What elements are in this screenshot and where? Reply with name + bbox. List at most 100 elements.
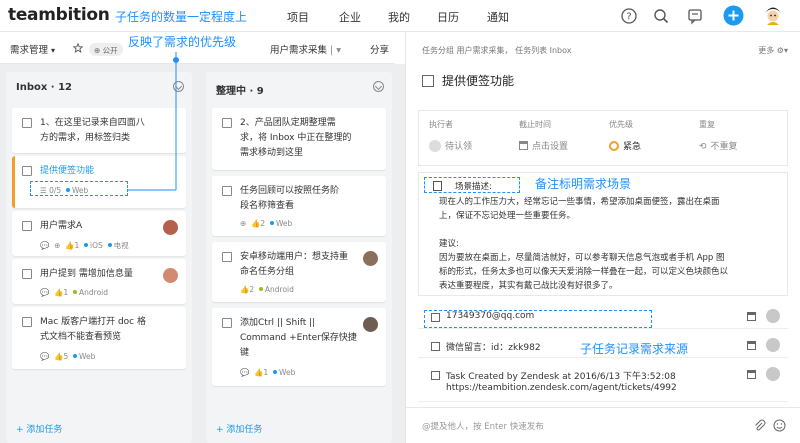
prop-repeat[interactable]: 重复 ⟲ 不重复 <box>699 119 738 152</box>
nav-mine[interactable]: 我的 <box>388 9 410 25</box>
add-task-button[interactable]: + 添加任务 <box>216 422 262 435</box>
task-card[interactable]: 1、在这里记录来自四面八 方的需求，用标签归类 <box>12 108 186 153</box>
share-button[interactable]: 分享 <box>370 42 389 56</box>
task-properties: 执行者 待认领 截止时间 点击设置 优先级 紧急 重复 ⟲ 不重复 <box>418 110 788 166</box>
subtask-item[interactable]: Task Created by Zendesk at 2016/6/13 下午3… <box>418 362 788 402</box>
visibility-badge[interactable]: ⊕ 公开 <box>89 43 123 56</box>
chat-icon[interactable] <box>686 7 704 25</box>
annotation-highlight-box <box>424 177 520 193</box>
subtask-text: 微信留言：id：zkk982 <box>446 343 541 353</box>
task-card[interactable]: 添加Ctrl || Shift || Command +Enter保存快捷键 💬 … <box>212 308 386 386</box>
comment-box: @提及他人，按 Enter 快速发布 <box>406 407 800 443</box>
task-title: 2、产品团队定期整理需 求，将 Inbox 中正在整理的 需求移动到这里 <box>240 118 352 158</box>
annotation-highlight-box <box>30 181 128 196</box>
assignee-avatar[interactable] <box>163 268 178 283</box>
nav-calendar[interactable]: 日历 <box>437 9 459 25</box>
kanban-board: Inbox · 12 1、在这里记录来自四面八 方的需求，用标签归类 提供便签功能… <box>0 64 405 443</box>
app-logo[interactable]: teambition <box>8 5 110 25</box>
nav-notifications[interactable]: 通知 <box>487 9 509 25</box>
note-line: 建议: <box>439 239 459 249</box>
task-title: 用户提到 需增加信息量 <box>40 269 133 279</box>
task-meta: 💬 ⊕ 👍1 iOS 电视 <box>40 241 129 250</box>
subtask-checkbox[interactable] <box>431 371 440 380</box>
column-menu-icon[interactable] <box>373 81 384 92</box>
breadcrumb[interactable]: 任务分组 用户需求采集， 任务列表 Inbox <box>422 45 572 56</box>
task-card[interactable]: 用户提到 需增加信息量 💬 👍1 Android <box>12 259 186 304</box>
nav-enterprise[interactable]: 企业 <box>339 9 361 25</box>
prop-value: 紧急 <box>609 139 641 152</box>
assignee-avatar[interactable] <box>363 251 378 266</box>
search-icon[interactable] <box>652 7 670 25</box>
task-title-row: 提供便签功能 <box>422 72 514 89</box>
task-card[interactable]: Mac 版客户端打开 doc 格式文档不能查看预览 💬 👍5 Web <box>12 307 186 369</box>
task-detail-title[interactable]: 提供便签功能 <box>442 74 514 88</box>
task-card[interactable]: 任务回顾可以按照任务阶 段名称筛查看 ⊕ 👍2 Web <box>212 176 386 236</box>
prop-value: 点击设置 <box>519 139 568 152</box>
task-checkbox[interactable] <box>22 269 32 279</box>
subtask-assignee-avatar[interactable] <box>766 338 780 352</box>
comment-input[interactable]: @提及他人，按 Enter 快速发布 <box>422 420 544 432</box>
note-line: 标的形式，任务太多也可以像天天爱消除一样叠在一起，可以定义色块颜色以 <box>439 267 729 277</box>
task-card[interactable]: 安卓移动端用户：想支持重 命名任务分组 👍2 Android <box>212 242 386 302</box>
subtask-checkbox[interactable] <box>431 342 440 351</box>
task-title: 提供便签功能 <box>40 166 95 176</box>
svg-text:?: ? <box>626 12 631 23</box>
task-meta: ⊕ 👍2 Web <box>240 219 293 228</box>
calendar-icon[interactable] <box>747 370 756 379</box>
task-title: 任务回顾可以按照任务阶 段名称筛查看 <box>240 186 340 211</box>
task-complete-checkbox[interactable] <box>422 75 434 87</box>
nav-projects[interactable]: 项目 <box>287 9 309 25</box>
annotation-subtask-hint: 子任务记录需求来源 <box>580 342 689 356</box>
calendar-icon[interactable] <box>747 341 756 350</box>
column-title: 整理中 · 9 <box>216 86 264 97</box>
subtask-assignee-avatar[interactable] <box>766 309 780 323</box>
annotation-priority: 反映了需求的优先级 <box>128 35 237 49</box>
prop-priority[interactable]: 优先级 紧急 <box>609 119 641 152</box>
create-icon[interactable] <box>723 5 744 26</box>
prop-label: 重复 <box>699 120 715 129</box>
add-task-button[interactable]: + 添加任务 <box>16 422 62 435</box>
task-checkbox[interactable] <box>22 317 32 327</box>
task-checkbox[interactable] <box>22 166 32 176</box>
task-title: 安卓移动端用户：想支持重 命名任务分组 <box>240 252 349 277</box>
task-card[interactable]: 用户需求A 💬 ⊕ 👍1 iOS 电视 <box>12 211 186 256</box>
task-checkbox[interactable] <box>222 318 232 328</box>
help-icon[interactable]: ? <box>620 7 638 25</box>
column-title: Inbox · 12 <box>16 82 72 93</box>
task-checkbox[interactable] <box>222 252 232 262</box>
task-detail-panel: 任务分组 用户需求采集， 任务列表 Inbox 更多 ⚙▾ 提供便签功能 执行者… <box>405 32 800 443</box>
task-meta: 💬 👍1 Android <box>40 288 108 297</box>
attachment-icon[interactable] <box>753 419 766 432</box>
subtask-assignee-avatar[interactable] <box>766 367 780 381</box>
prop-value: 待认领 <box>429 139 472 152</box>
task-title: 1、在这里记录来自四面八 方的需求，用标签归类 <box>40 118 145 143</box>
column-header: 整理中 · 9 <box>206 72 392 102</box>
prop-assignee[interactable]: 执行者 待认领 <box>429 119 472 152</box>
user-avatar[interactable] <box>762 4 784 26</box>
column-header: Inbox · 12 <box>6 72 192 102</box>
task-checkbox[interactable] <box>222 186 232 196</box>
task-checkbox[interactable] <box>22 118 32 128</box>
note-line: 上，保证不忘记处理一些重要任务。 <box>439 211 576 221</box>
subtask-link[interactable]: https://teambition.zendesk.com/agent/tic… <box>446 383 677 393</box>
assignee-avatar[interactable] <box>363 317 378 332</box>
task-card[interactable]: 2、产品团队定期整理需 求，将 Inbox 中正在整理的 需求移动到这里 <box>212 108 386 170</box>
column-inbox: Inbox · 12 1、在这里记录来自四面八 方的需求，用标签归类 提供便签功能… <box>6 72 192 443</box>
task-checkbox[interactable] <box>22 221 32 231</box>
detail-header: 任务分组 用户需求采集， 任务列表 Inbox 更多 ⚙▾ <box>406 32 800 60</box>
note-line: 表达重要程度，其实有戴己战比没有好很多了。 <box>439 281 618 291</box>
annotation-note-hint: 备注标明需求场景 <box>535 177 632 191</box>
more-menu[interactable]: 更多 ⚙▾ <box>758 45 788 56</box>
task-meta: 👍2 Android <box>240 285 294 294</box>
star-icon[interactable] <box>73 43 83 53</box>
annotation-subtask-count: 子任务的数量一定程度上 <box>115 10 248 24</box>
prop-due-date[interactable]: 截止时间 点击设置 <box>519 119 568 152</box>
project-name[interactable]: 需求管理 ▾ <box>10 42 55 56</box>
task-title: Mac 版客户端打开 doc 格式文档不能查看预览 <box>40 317 146 342</box>
column-organizing: 整理中 · 9 2、产品团队定期整理需 求，将 Inbox 中正在整理的 需求移动到… <box>206 72 392 443</box>
assignee-avatar[interactable] <box>163 220 178 235</box>
task-checkbox[interactable] <box>222 118 232 128</box>
emoji-icon[interactable] <box>773 419 786 432</box>
column-menu-icon[interactable] <box>173 81 184 92</box>
calendar-icon[interactable] <box>747 312 756 321</box>
